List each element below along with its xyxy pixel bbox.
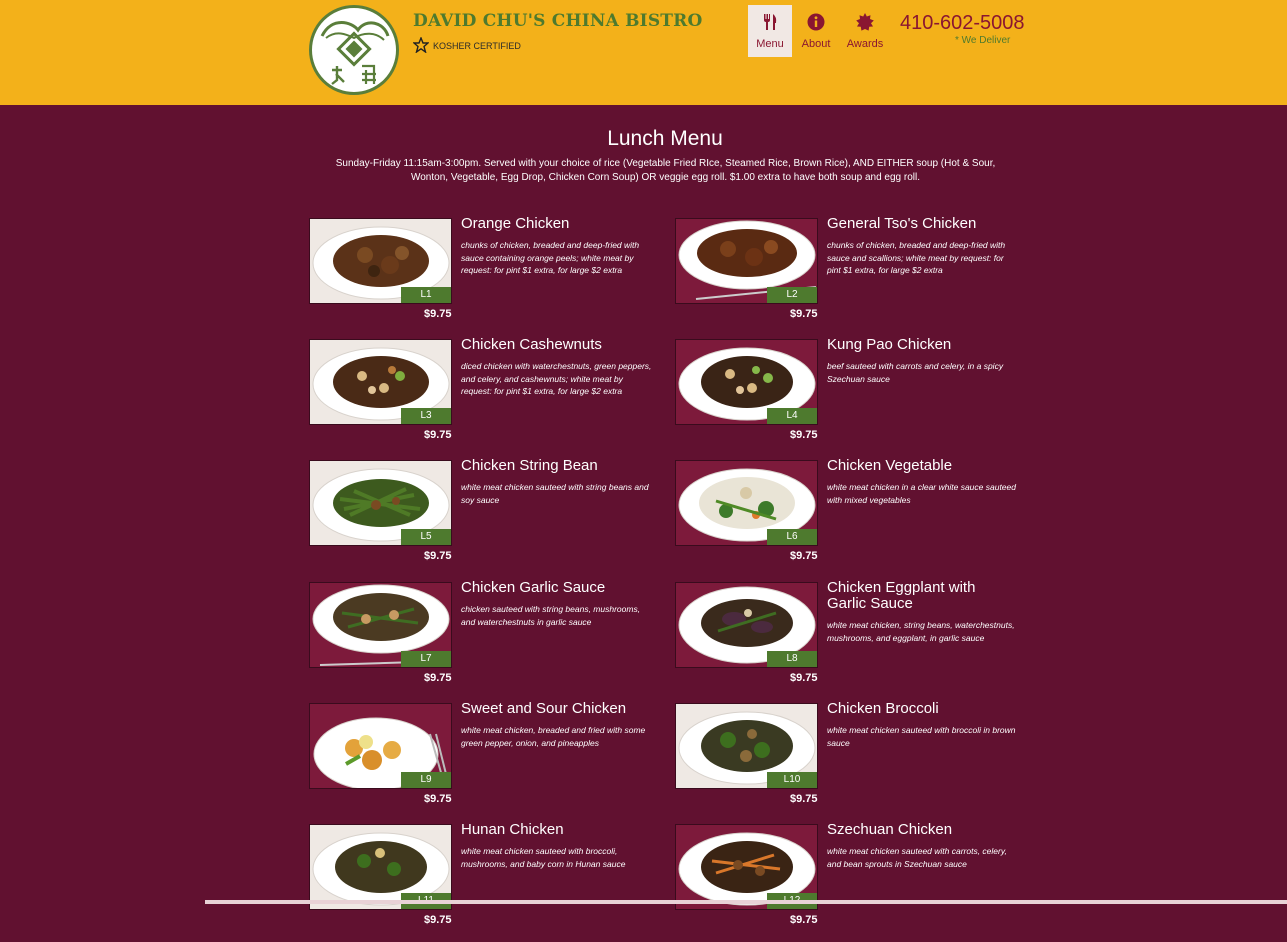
phone-number[interactable]: 410-602-5008 [900,12,1025,35]
item-code: L4 [767,408,817,424]
dish-photo: L6 [675,460,818,546]
item-code: L2 [767,287,817,303]
dish-photo: L9 [309,703,452,789]
item-description: white meat chicken in a clear white sauc… [827,482,1016,505]
item-name: Chicken Vegetable [827,457,953,474]
item-code: L1 [401,287,451,303]
dish-photo: L10 [675,703,818,789]
kosher-badge: KOSHER CERTIFIED [412,36,521,55]
item-description: white meat chicken sauteed with carrots,… [827,846,1007,869]
item-description: white meat chicken sauteed with broccoli… [827,725,1016,748]
item-name: Chicken Broccoli [827,700,939,717]
delivery-note: * We Deliver [955,35,1011,46]
item-description: white meat chicken, string beans, waterc… [827,620,1015,643]
badge-icon [856,13,874,34]
nav-menu-label: Menu [756,38,784,50]
info-icon [807,13,825,34]
dish-photo: L5 [309,460,452,546]
page-title: Lunch Menu [607,127,723,150]
kosher-label: KOSHER CERTIFIED [433,41,521,51]
item-code: L3 [401,408,451,424]
menu-item[interactable]: L11 $9.75 Hunan Chicken white meat chick… [309,821,654,942]
item-name: General Tso's Chicken [827,215,977,232]
kosher-star-icon [412,36,430,55]
item-price: $9.75 [424,793,452,805]
item-description: white meat chicken, breaded and fried wi… [461,725,646,748]
item-code: L5 [401,529,451,545]
dish-photo: L8 [675,582,818,668]
item-name: Chicken Garlic Sauce [461,579,606,596]
dish-photo: L7 [309,582,452,668]
dish-photo: L4 [675,339,818,425]
menu-item[interactable]: L12 $9.75 Szechuan Chicken white meat ch… [675,821,1020,942]
menu-intro: Sunday-Friday 11:15am-3:00pm. Served wit… [335,158,996,183]
item-description: diced chicken with waterchestnuts, green… [461,361,652,397]
nav-about-label: About [801,38,831,50]
restaurant-logo[interactable] [309,5,399,95]
item-code: L10 [767,772,817,788]
item-price: $9.75 [790,429,818,441]
item-description: chunks of chicken, breaded and deep-frie… [827,240,1006,276]
item-code: L8 [767,651,817,667]
item-name: Chicken String Bean [461,457,598,474]
item-description: beef sauteed with carrots and celery, in… [827,361,1004,384]
menu-item[interactable]: L7 $9.75 Chicken Garlic Sauce chicken sa… [309,579,654,700]
item-name: Hunan Chicken [461,821,564,838]
dish-photo: L1 [309,218,452,304]
item-price: $9.75 [424,308,452,320]
item-description: white meat chicken sauteed with broccoli… [461,846,626,869]
menu-item[interactable]: L5 $9.75 Chicken String Bean white meat … [309,457,654,578]
brand-name[interactable]: DAVID CHU'S CHINA BISTRO [413,11,703,31]
item-price: $9.75 [424,429,452,441]
item-name: Orange Chicken [461,215,570,232]
item-description: chicken sauteed with string beans, mushr… [461,604,641,627]
dish-photo: L11 [309,824,452,910]
item-name: Kung Pao Chicken [827,336,952,353]
item-name: Chicken Eggplant with Garlic Sauce [827,579,976,612]
item-price: $9.75 [424,914,452,926]
menu-item[interactable]: L1 $9.75 Orange Chicken chunks of chicke… [309,215,654,336]
item-description: chunks of chicken, breaded and deep-frie… [461,240,640,276]
item-price: $9.75 [790,308,818,320]
item-price: $9.75 [424,672,452,684]
item-name: Chicken Cashewnuts [461,336,602,353]
item-price: $9.75 [790,672,818,684]
item-code: L9 [401,772,451,788]
item-name: Sweet and Sour Chicken [461,700,627,717]
nav-about[interactable]: About [794,5,838,57]
nav-awards-label: Awards [846,38,884,50]
nav-awards[interactable]: Awards [843,5,887,57]
item-description: white meat chicken sauteed with string b… [461,482,649,505]
item-code: L7 [401,651,451,667]
dish-photo: L12 [675,824,818,910]
nav-menu[interactable]: Menu [748,5,792,57]
fork-knife-icon [761,13,779,34]
dish-photo: L3 [309,339,452,425]
menu-item[interactable]: L8 $9.75 Chicken Eggplant with Garlic Sa… [675,579,1020,700]
menu-item[interactable]: L6 $9.75 Chicken Vegetable white meat ch… [675,457,1020,578]
menu-item[interactable]: L2 $9.75 General Tso's Chicken chunks of… [675,215,1020,336]
item-code: L6 [767,529,817,545]
item-price: $9.75 [424,550,452,562]
menu-item[interactable]: L3 $9.75 Chicken Cashewnuts diced chicke… [309,336,654,457]
item-name: Szechuan Chicken [827,821,953,838]
menu-item[interactable]: L10 $9.75 Chicken Broccoli white meat ch… [675,700,1020,821]
item-price: $9.75 [790,914,818,926]
menu-item[interactable]: L4 $9.75 Kung Pao Chicken beef sauteed w… [675,336,1020,457]
menu-item[interactable]: L9 $9.75 Sweet and Sour Chicken white me… [309,700,654,821]
item-price: $9.75 [790,793,818,805]
dish-photo: L2 [675,218,818,304]
item-price: $9.75 [790,550,818,562]
scrollbar-track[interactable] [205,900,1287,904]
